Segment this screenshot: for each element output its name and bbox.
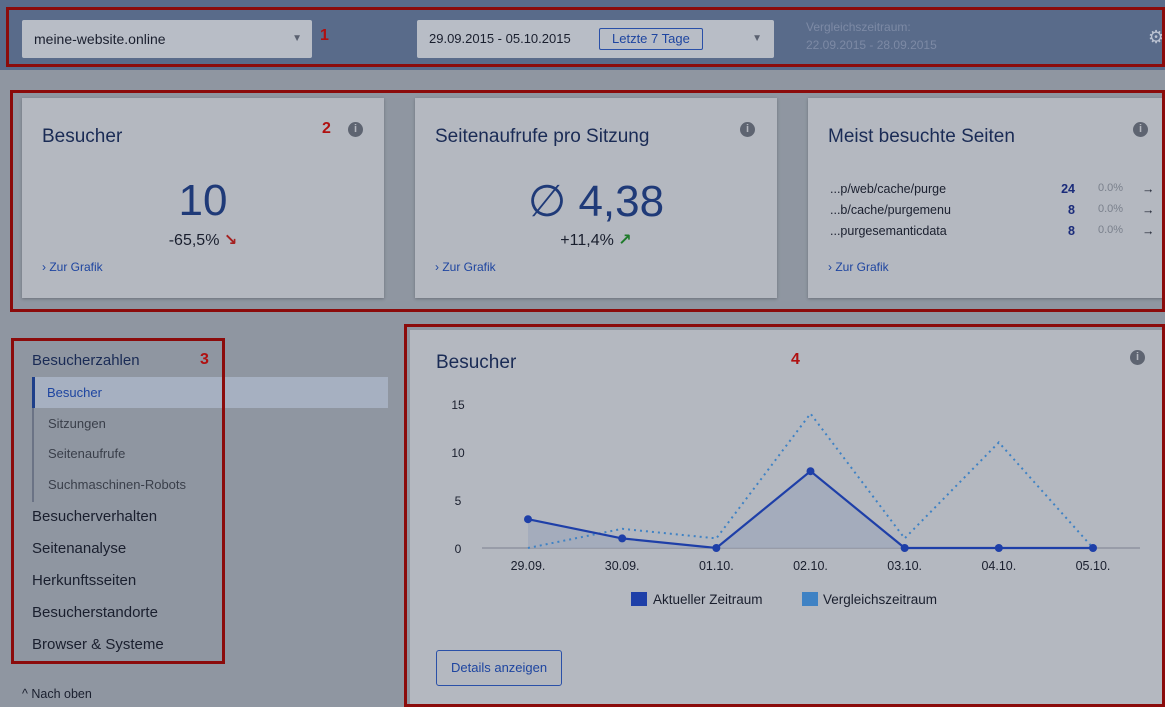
callout-frame-2 bbox=[10, 90, 1165, 312]
callout-frame-3 bbox=[11, 338, 225, 664]
back-to-top-link[interactable]: ^ Nach oben bbox=[22, 687, 92, 701]
callout-frame-4 bbox=[404, 324, 1165, 707]
back-to-top-label: Nach oben bbox=[31, 687, 92, 701]
callout-number-1: 1 bbox=[320, 27, 329, 44]
callout-number-3: 3 bbox=[200, 351, 209, 368]
callout-number-4: 4 bbox=[791, 351, 800, 368]
callout-frame-1 bbox=[6, 7, 1165, 67]
callout-number-2: 2 bbox=[322, 120, 331, 137]
chevron-up-icon: ^ bbox=[22, 687, 28, 701]
